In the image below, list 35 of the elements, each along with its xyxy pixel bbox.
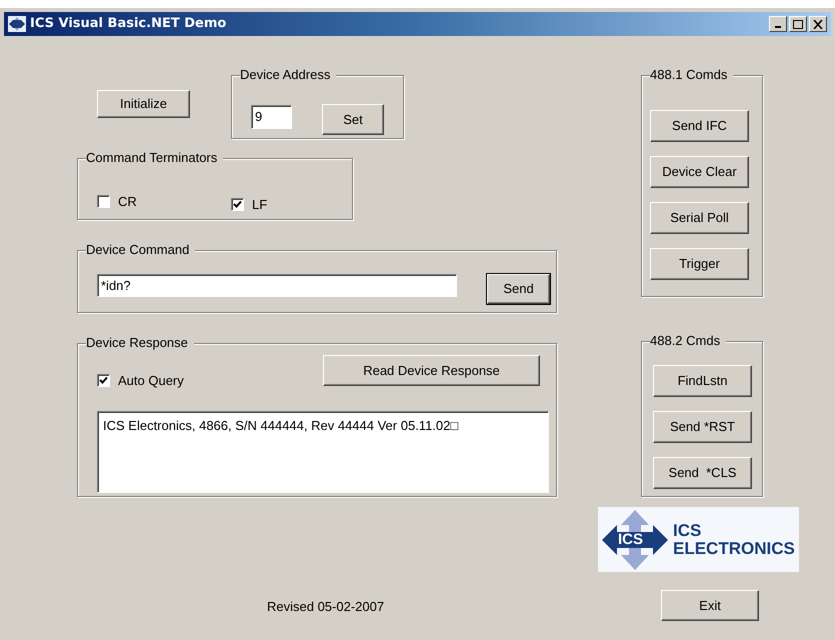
command-button[interactable]: Send *CLS <box>653 457 752 489</box>
logo-label: ICS <box>618 530 644 548</box>
logo-text: ICS <box>673 522 702 540</box>
response-text-area[interactable]: ICS Electronics, 4866, S/N 444444, Rev 44444 Ver 05.11.02□ <box>97 410 549 492</box>
arrows-icon <box>601 508 669 570</box>
minimize-button[interactable] <box>769 16 787 32</box>
initialize-button[interactable]: Initialize <box>97 90 190 118</box>
maximize-button[interactable] <box>789 16 807 32</box>
exit-button[interactable]: Exit <box>661 590 759 621</box>
send-button[interactable]: Send <box>487 274 550 304</box>
command-button[interactable]: Device Clear <box>650 156 749 188</box>
close-icon <box>813 20 823 28</box>
command-button[interactable]: Trigger <box>650 248 749 280</box>
command-button[interactable]: Serial Poll <box>650 202 749 234</box>
app-icon <box>8 16 26 32</box>
checkbox-label: CR <box>118 193 137 211</box>
checkbox[interactable] <box>97 374 110 388</box>
checkbox-label: LF <box>252 196 268 214</box>
logo-text: ELECTRONICS <box>673 540 795 558</box>
window-title: ICS Visual Basic.NET Demo <box>30 15 226 34</box>
checkbox-label: Auto Query <box>118 372 184 390</box>
minimize-icon <box>775 26 781 28</box>
maximize-icon <box>793 20 803 28</box>
command-button[interactable]: FindLstn <box>653 365 752 397</box>
address-field[interactable]: 9 <box>251 104 292 128</box>
checkbox[interactable] <box>97 195 110 208</box>
close-button[interactable] <box>809 16 827 32</box>
read-response-button[interactable]: Read Device Response <box>323 355 540 386</box>
group-title: Device Response <box>86 335 194 351</box>
command-button[interactable]: Send *RST <box>653 411 752 443</box>
command-button[interactable]: Send IFC <box>650 110 749 142</box>
revision-date: Revised 05-02-2007 <box>267 598 386 616</box>
set-button[interactable]: Set <box>322 104 384 135</box>
checkbox[interactable] <box>231 198 244 212</box>
command-field[interactable]: *idn? <box>97 274 457 297</box>
